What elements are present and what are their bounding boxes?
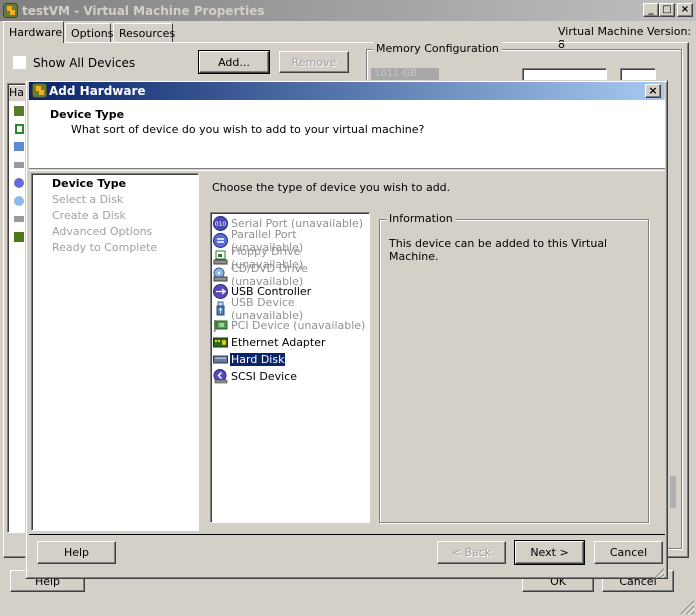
usb-device-icon [216,301,225,316]
tab-resources-label: Resources [119,27,176,40]
information-text: This device can be added to this Virtual… [389,237,608,263]
instruction-text: Choose the type of device you wish to ad… [212,181,451,194]
dialog-resize-grip-icon[interactable] [652,566,664,578]
hard-disk-icon [213,355,228,364]
device-item-pci-device[interactable]: PCI Device (unavailable) [213,317,366,334]
button-separator [29,534,665,535]
back-button[interactable]: < Back [437,541,506,564]
device-label: Hard Disk [230,353,286,366]
minimize-button[interactable]: _ [643,3,659,17]
pci-device-icon [214,320,228,332]
device-item-ethernet-adapter[interactable]: Ethernet Adapter [213,334,327,351]
usb-controller-icon [213,284,228,299]
device-label: PCI Device (unavailable) [231,319,366,332]
cd-dvd-drive-icon [213,267,228,282]
add-hardware-dialog: Add Hardware × Device Type What sort of … [25,80,668,579]
close-button[interactable]: × [677,3,693,17]
tab-resources[interactable]: Resources [113,23,176,43]
step-select-disk: Select a Disk [52,193,124,206]
step-advanced-options: Advanced Options [52,225,153,238]
header-separator [29,170,665,171]
device-label: SCSI Device [231,370,298,383]
step-create-disk: Create a Disk [52,209,126,222]
serial-port-icon: 010 [213,216,228,231]
dialog-title-bar[interactable]: Add Hardware × [29,82,664,100]
main-resize-grip-icon[interactable] [680,600,694,614]
main-window-title: testVM - Virtual Machine Properties [22,3,265,18]
information-group: Information This device can be added to … [379,212,649,523]
floppy-drive-icon [213,250,228,265]
device-item-hard-disk[interactable]: Hard Disk [213,351,286,368]
dialog-close-button[interactable]: × [645,84,661,98]
information-legend: Information [386,212,456,225]
tab-hardware-label: Hardware [9,26,63,39]
next-button[interactable]: Next > [514,540,585,565]
tab-options[interactable]: Options [65,23,114,43]
device-label: Ethernet Adapter [231,336,326,349]
hw-floppy-icon [14,216,24,222]
step-ready-to-complete: Ready to Complete [52,241,158,254]
hw-controller-icon [14,162,24,168]
hardware-column-header[interactable]: Ha [9,86,25,101]
vsphere-logo-icon [3,3,18,18]
memory-scrollbar-thumb[interactable] [670,476,676,508]
show-all-devices-checkbox[interactable] [13,56,26,69]
main-title-bar[interactable]: testVM - Virtual Machine Properties [0,0,696,21]
maximize-button[interactable]: □ [659,3,675,17]
wizard-steps-panel: Device Type Select a Disk Create a Disk … [31,173,199,531]
hw-cdrom-icon [14,178,24,188]
device-item-usb-device[interactable]: USB Device (unavailable) [213,296,369,322]
scsi-device-icon [213,369,228,384]
svg-text:010: 010 [215,221,227,228]
device-type-list[interactable]: 010 Serial Port (unavailable) Parallel P… [210,212,370,523]
tab-hardware[interactable]: Hardware [3,21,64,43]
ethernet-adapter-icon [213,337,228,348]
memory-configuration-legend: Memory Configuration [373,42,502,55]
step-device-type: Device Type [52,177,127,190]
hw-network-icon [14,232,24,242]
remove-device-button[interactable]: Remove [279,51,349,73]
hw-video-icon [14,142,24,151]
dialog-logo-icon [32,83,47,98]
dialog-help-button[interactable]: Help [37,541,116,564]
dialog-header: Device Type What sort of device do you w… [29,100,665,169]
tab-options-label: Options [71,27,114,40]
header-subtitle: What sort of device do you wish to add t… [71,123,425,136]
parallel-port-icon [213,233,228,248]
dialog-title: Add Hardware [49,84,146,98]
device-item-scsi-device[interactable]: SCSI Device [213,368,298,385]
header-title: Device Type [50,108,125,121]
memory-max-label: 1011 GB [371,68,439,80]
dialog-cancel-button[interactable]: Cancel [594,541,663,564]
hw-disk-icon [14,196,24,206]
show-all-devices-label: Show All Devices [33,56,136,70]
add-device-button[interactable]: Add... [198,50,270,74]
device-item-cd-dvd-drive[interactable]: CD/DVD Drive (unavailable) [213,262,369,288]
hw-cpu-icon [14,106,24,116]
hw-memory-icon [15,124,24,134]
